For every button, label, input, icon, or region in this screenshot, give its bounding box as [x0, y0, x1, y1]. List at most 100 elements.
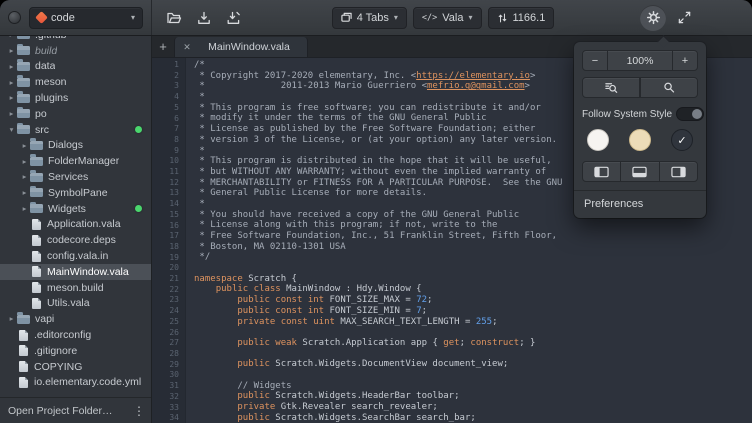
code-line: public Scratch.Widgets.DocumentView docu… [194, 359, 752, 370]
disclosure-triangle[interactable]: ▸ [6, 315, 17, 323]
line-number: 1 [152, 60, 179, 71]
tree-item-label: data [35, 60, 55, 72]
save-as-button[interactable] [222, 6, 246, 30]
find-button[interactable] [582, 77, 640, 98]
line-number: 20 [152, 263, 179, 274]
code-line: public const int FONT_SIZE_MIN = 7; [194, 306, 752, 317]
disclosure-triangle[interactable]: ▸ [6, 110, 17, 118]
tree-folder-po[interactable]: ▸po [0, 106, 151, 122]
find-in-file-icon [604, 81, 618, 94]
disclosure-triangle[interactable]: ▾ [6, 126, 17, 134]
light-style-button[interactable] [587, 129, 609, 151]
tree-folder-dialogs[interactable]: ▸Dialogs [0, 138, 151, 154]
line-number: 23 [152, 295, 179, 306]
settings-menu-button[interactable] [640, 5, 666, 31]
check-icon: ✓ [677, 134, 686, 147]
open-file-button[interactable] [162, 6, 186, 30]
tree-file-copying[interactable]: COPYING [0, 359, 151, 375]
tree-item-label: plugins [35, 92, 68, 104]
disclosure-triangle[interactable]: ▸ [6, 36, 17, 39]
folder-icon [17, 94, 30, 103]
disclosure-triangle[interactable]: ▸ [6, 94, 17, 102]
tab-mainwindow-vala[interactable]: ✕ MainWindow.vala [174, 37, 308, 57]
toggle-terminal-button[interactable] [621, 161, 658, 182]
tab-close-icon[interactable]: ✕ [181, 42, 193, 53]
fullscreen-button[interactable] [672, 6, 696, 30]
folder-icon [17, 46, 30, 55]
line-number: 16 [152, 221, 179, 232]
find-controls [582, 77, 698, 98]
open-project-folder-button[interactable]: Open Project Folder… [8, 405, 131, 417]
line-number: 2 [152, 71, 179, 82]
tree-folder-plugins[interactable]: ▸ plugins [0, 90, 151, 106]
tree-file-io-elementary-code-yml[interactable]: io.elementary.code.yml [0, 375, 151, 391]
toggle-outline-button[interactable] [659, 161, 698, 182]
tabs-menu-button[interactable]: 4 Tabs ▾ [332, 7, 407, 29]
tree-folder-symbolpane[interactable]: ▸SymbolPane [0, 185, 151, 201]
tree-file-application-vala[interactable]: Application.vala [0, 217, 151, 233]
tree-file-mainwindow-vala[interactable]: MainWindow.vala [0, 264, 151, 280]
new-tab-button[interactable]: + [152, 36, 174, 57]
code-line: public const int FONT_SIZE_MAX = 72; [194, 295, 752, 306]
disclosure-triangle[interactable]: ▸ [19, 142, 30, 150]
tree-file-utils-vala[interactable]: Utils.vala [0, 296, 151, 312]
disclosure-triangle[interactable]: ▸ [6, 47, 17, 55]
zoom-in-button[interactable]: + [672, 50, 698, 71]
gear-icon [646, 10, 661, 25]
tree-file-codecore-deps[interactable]: codecore.deps [0, 232, 151, 248]
language-label: Vala [442, 12, 463, 24]
tree-folder-vapi[interactable]: ▸ vapi [0, 311, 151, 327]
tree-folder-data[interactable]: ▸ data [0, 59, 151, 75]
language-selector-button[interactable]: </> Vala ▾ [413, 7, 482, 29]
folder-icon [17, 125, 30, 134]
tree-folder-meson[interactable]: ▸meson [0, 74, 151, 90]
tree-folder-src[interactable]: ▾src [0, 122, 151, 138]
tree-folder-build[interactable]: ▸build [0, 43, 151, 59]
line-number: 4 [152, 92, 179, 103]
tree-file-editorconfig[interactable]: .editorconfig [0, 327, 151, 343]
tree-file-gitignore[interactable]: .gitignore [0, 343, 151, 359]
disclosure-triangle[interactable]: ▸ [19, 189, 30, 197]
tree-item-label: .gitignore [34, 345, 77, 357]
toggle-sidebar-button[interactable] [582, 161, 621, 182]
modified-badge [135, 205, 142, 212]
switch-knob [692, 109, 702, 119]
preferences-menu-item[interactable]: Preferences [582, 196, 698, 210]
tree-file-meson-build[interactable]: meson.build [0, 280, 151, 296]
disclosure-triangle[interactable]: ▸ [19, 205, 30, 213]
file-icon [32, 266, 41, 277]
line-number: 6 [152, 114, 179, 125]
zoom-out-button[interactable]: − [582, 50, 608, 71]
tree-folder-foldermanager[interactable]: ▸FolderManager [0, 153, 151, 169]
tree-item-label: meson.build [47, 282, 104, 294]
find-in-project-button[interactable] [640, 77, 698, 98]
tree-item-label: vapi [35, 313, 54, 325]
project-overflow-menu-button[interactable]: ⋮ [131, 404, 147, 418]
tree-file-config-vala-in[interactable]: config.vala.in [0, 248, 151, 264]
disclosure-triangle[interactable]: ▸ [19, 158, 30, 166]
folder-icon [17, 78, 30, 87]
file-tree: ▸.github▸build▸data▸meson▸plugins▸po▾src… [0, 36, 151, 397]
follow-system-style-switch[interactable] [676, 107, 704, 121]
goto-line-button[interactable]: 1166.1 [488, 7, 555, 29]
tree-folder-widgets[interactable]: ▸Widgets [0, 201, 151, 217]
code-line [194, 349, 752, 360]
tree-folder-services[interactable]: ▸Services [0, 169, 151, 185]
disclosure-triangle[interactable]: ▸ [6, 63, 17, 71]
file-icon [19, 361, 28, 372]
sepia-style-button[interactable] [629, 129, 651, 151]
save-button[interactable] [192, 6, 216, 30]
disclosure-triangle[interactable]: ▸ [6, 79, 17, 87]
code-line: * Boston, MA 02110-1301 USA [194, 242, 752, 253]
window-close-button[interactable] [8, 11, 21, 24]
code-line [194, 327, 752, 338]
project-chooser-button[interactable]: code ▾ [29, 7, 143, 29]
follow-system-style-row: Follow System Style [582, 107, 698, 121]
line-number: 14 [152, 199, 179, 210]
disclosure-triangle[interactable]: ▸ [19, 173, 30, 181]
dark-style-button[interactable]: ✓ [671, 129, 693, 151]
line-number: 7 [152, 124, 179, 135]
tree-folder-github[interactable]: ▸.github [0, 36, 151, 43]
zoom-level-button[interactable]: 100% [608, 50, 672, 71]
search-icon [662, 81, 676, 94]
